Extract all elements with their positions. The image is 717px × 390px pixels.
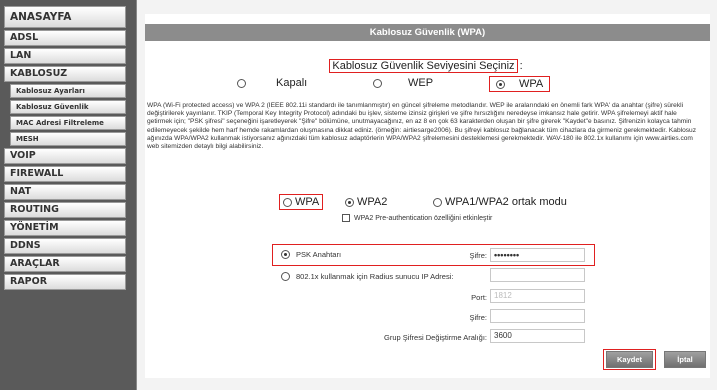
security-level-title: Kablosuz Güvenlik Seviyesini Seçiniz: [137,59,717,73]
nav-voip[interactable]: VOIP [4,148,126,164]
wpa-highlight-box: WPA [489,76,551,92]
nav-araclar[interactable]: ARAÇLAR [4,256,126,272]
nav-anasayfa[interactable]: ANASAYFA [4,6,126,28]
mode-option-wpa2[interactable]: WPA2 [345,196,387,208]
nav-nat[interactable]: NAT [4,184,126,200]
mode-option-wpa[interactable]: WPA [279,194,324,210]
auth-option-psk[interactable]: PSK Anahtarı [281,250,341,259]
preauth-label: WPA2 Pre-authentication özelliğini etkin… [354,214,493,222]
radio-wpa-icon[interactable] [496,79,505,89]
radio-mode-wpa2-icon[interactable] [345,197,354,207]
preauth-option[interactable]: WPA2 Pre-authentication özelliğini etkin… [342,214,492,222]
radio-radius-icon[interactable] [281,272,290,281]
radius-ip-field[interactable] [490,268,585,282]
security-wep-label: WEP [408,77,434,89]
radio-mode-mixed-icon[interactable] [433,197,442,207]
preauth-checkbox[interactable] [342,214,350,222]
nav-adsl[interactable]: ADSL [4,30,126,46]
radius-password-field[interactable] [490,309,585,323]
port-label: Port: [471,293,487,302]
security-off-label: Kapalı [276,77,308,89]
security-wpa-label: WPA [519,78,544,90]
radius-password-label: Şifre: [469,313,487,322]
security-option-wep[interactable]: WEP [373,77,433,89]
security-level-label: Kablosuz Güvenlik Seviyesini Seçiniz [329,59,518,73]
nav-lan[interactable]: LAN [4,48,126,64]
mode-wpa2-label: WPA2 [357,196,388,208]
page-title: Kablosuz Güvenlik (WPA) [145,24,710,41]
colon: : [519,60,523,72]
group-interval-label: Grup Şifresi Değiştirme Aralığı: [384,333,487,342]
sidebar-nav: ANASAYFA ADSL LAN KABLOSUZ Kablosuz Ayar… [0,0,128,390]
main-panel: Kablosuz Güvenlik (WPA) Kablosuz Güvenli… [136,0,717,390]
nav-kablosuz-ayarlari[interactable]: Kablosuz Ayarları [10,84,126,98]
nav-kablosuz-guvenlik[interactable]: Kablosuz Güvenlik [10,100,126,114]
radio-psk-icon[interactable] [281,250,290,259]
password-field[interactable]: •••••••• [490,248,585,262]
radio-mode-wpa-icon[interactable] [283,197,292,207]
group-interval-field[interactable]: 3600 [490,329,585,343]
nav-routing[interactable]: ROUTING [4,202,126,218]
mode-mixed-label: WPA1/WPA2 ortak modu [445,196,567,208]
auth-option-radius[interactable]: 802.1x kullanmak için Radius sunucu IP A… [281,272,453,281]
wpa-description: WPA (Wi-Fi protected access) ve WPA 2 (I… [147,102,697,151]
radio-off-icon[interactable] [237,78,246,88]
nav-rapor[interactable]: RAPOR [4,274,126,290]
mode-option-mixed[interactable]: WPA1/WPA2 ortak modu [433,196,567,208]
mode-wpa-label: WPA [295,196,320,208]
nav-mac-filtreleme[interactable]: MAC Adresi Filtreleme [10,116,126,130]
nav-firewall[interactable]: FIREWALL [4,166,126,182]
save-button[interactable]: Kaydet [606,351,653,368]
psk-label: PSK Anahtarı [296,250,342,259]
cancel-button[interactable]: İptal [664,351,706,368]
security-option-wpa[interactable]: WPA [489,76,551,92]
password-label: Şifre: [469,251,487,260]
radio-wep-icon[interactable] [373,78,382,88]
nav-ddns[interactable]: DDNS [4,238,126,254]
nav-mesh[interactable]: MESH [10,132,126,146]
radius-label: 802.1x kullanmak için Radius sunucu IP A… [296,272,454,281]
port-field[interactable]: 1812 [490,289,585,303]
nav-yonetim[interactable]: YÖNETİM [4,220,126,236]
nav-kablosuz[interactable]: KABLOSUZ [4,66,126,82]
security-option-off[interactable]: Kapalı [237,77,307,89]
